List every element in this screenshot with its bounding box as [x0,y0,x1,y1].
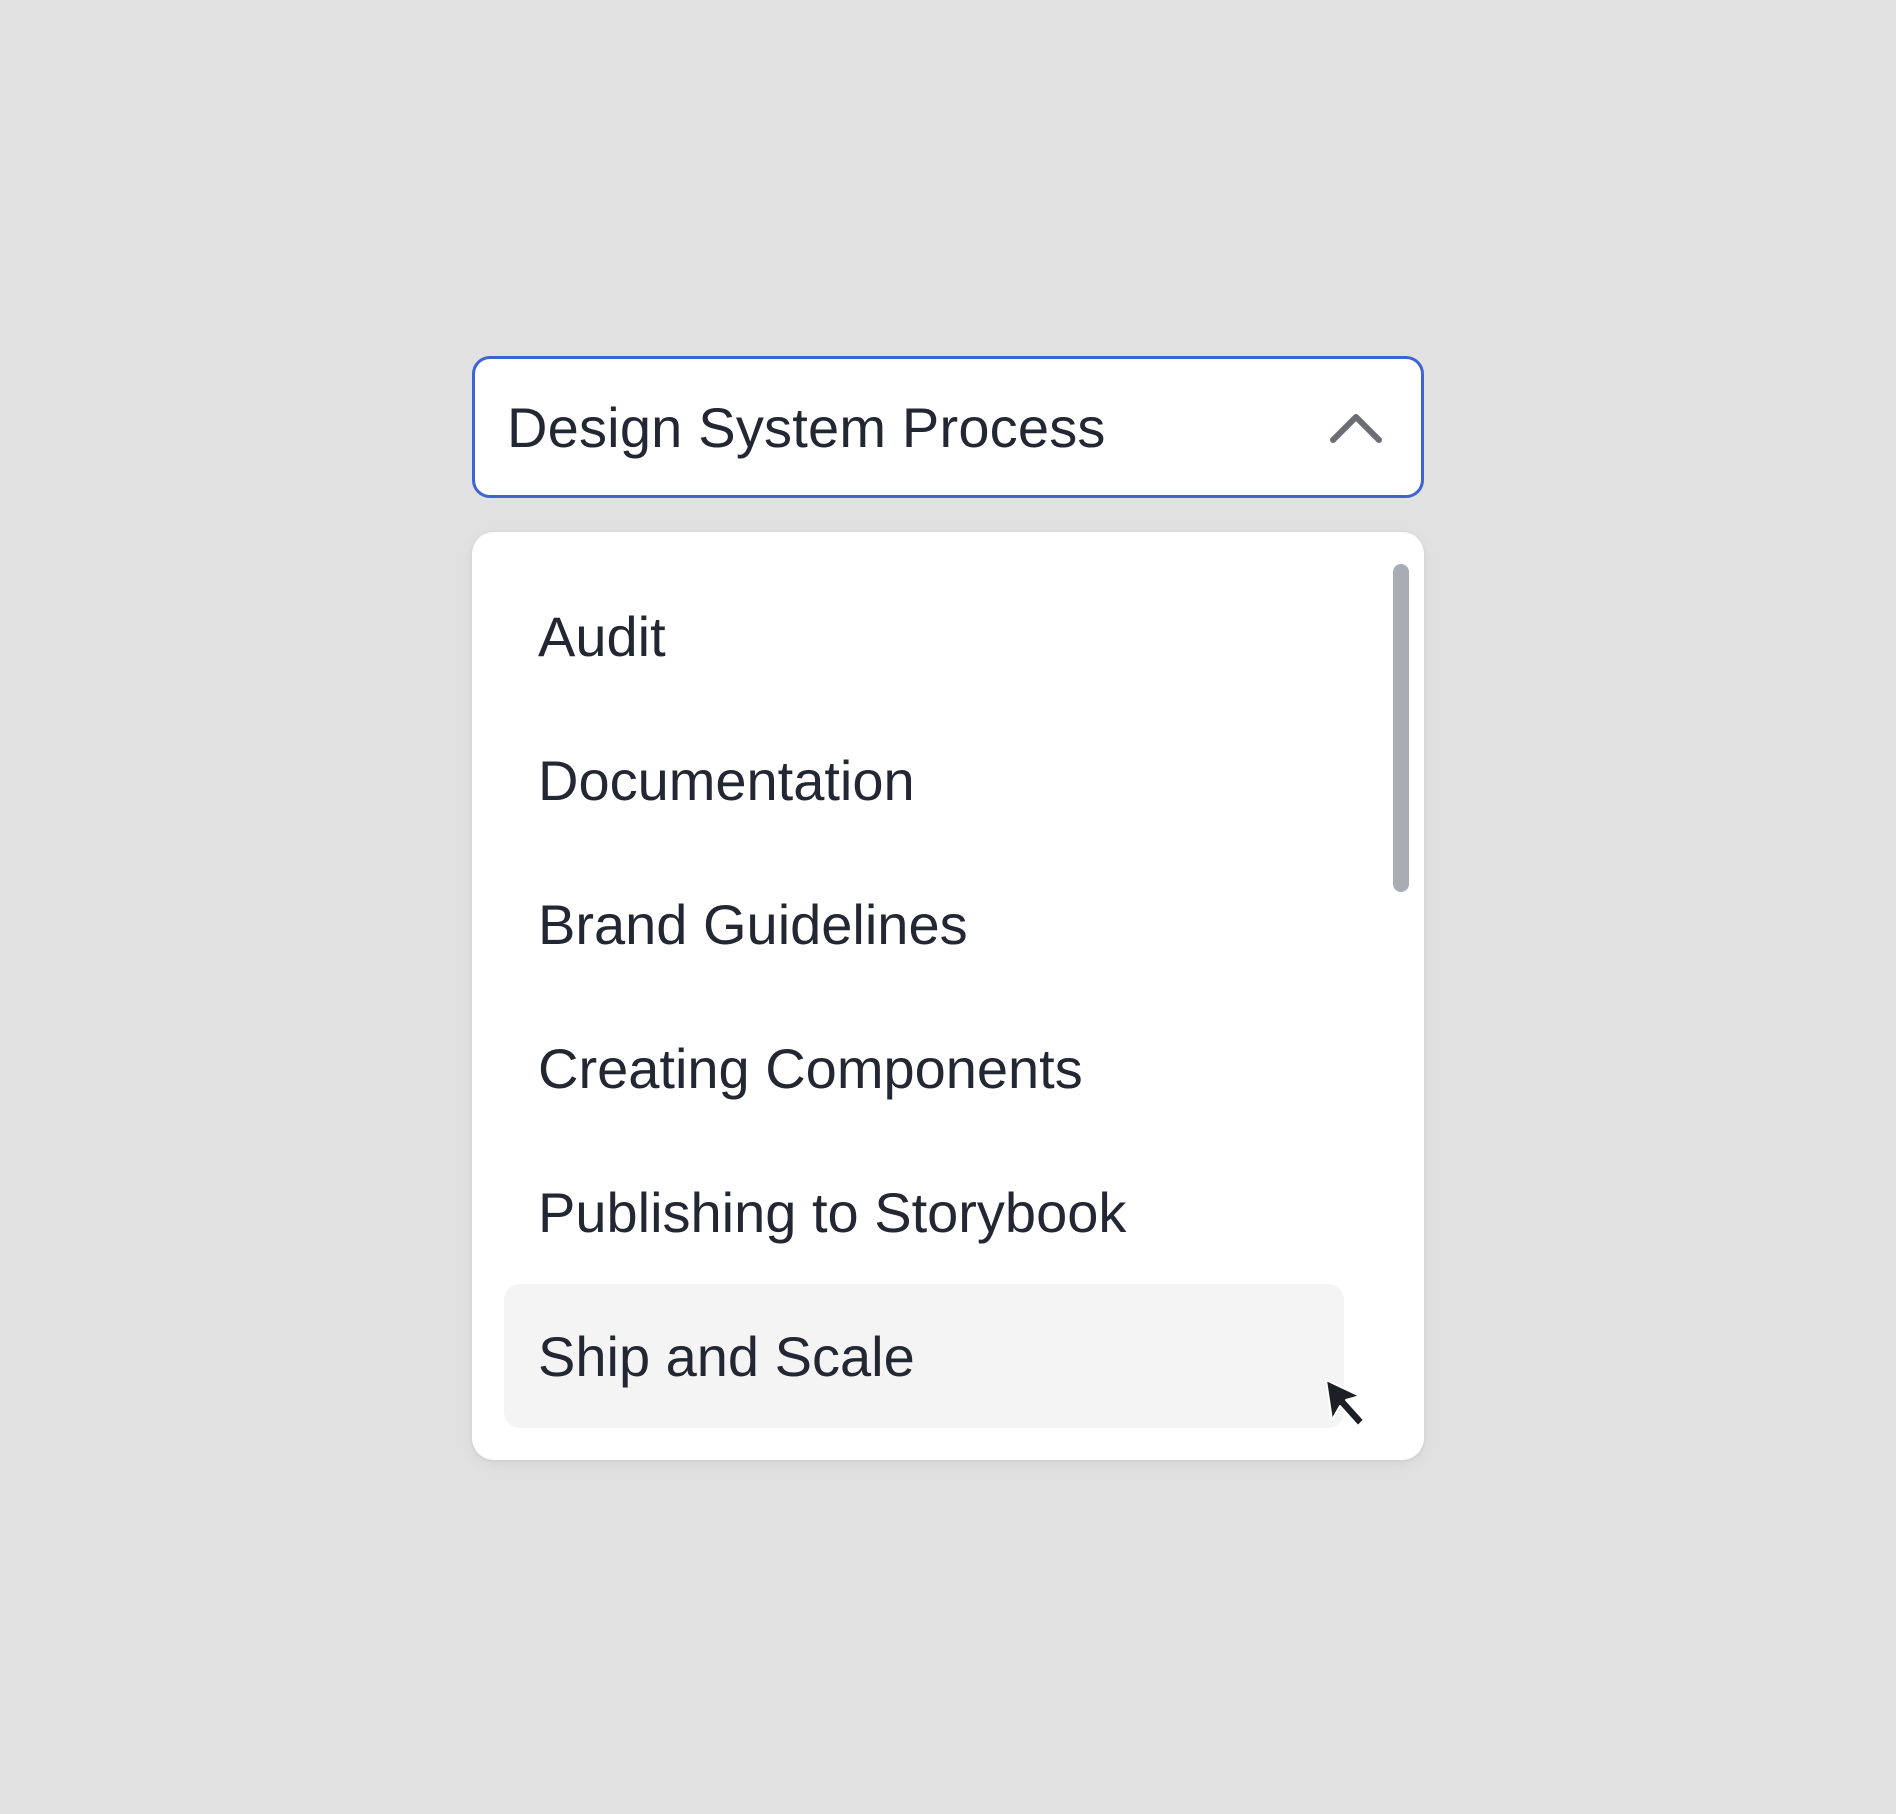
option-label: Creating Components [538,1036,1083,1100]
select-value: Design System Process [507,395,1106,459]
scrollbar-thumb[interactable] [1393,564,1409,892]
option-label: Audit [538,604,666,668]
option-creating-components[interactable]: Creating Components [504,996,1344,1140]
option-label: Publishing to Storybook [538,1180,1127,1244]
option-label: Documentation [538,748,915,812]
option-brand-guidelines[interactable]: Brand Guidelines [504,852,1344,996]
scrollbar[interactable] [1392,532,1410,1460]
option-label: Ship and Scale [538,1324,915,1388]
select-dropdown[interactable]: Design System Process [472,356,1424,498]
option-list: Audit Documentation Brand Guidelines Cre… [504,564,1344,1428]
option-documentation[interactable]: Documentation [504,708,1344,852]
option-ship-and-scale[interactable]: Ship and Scale [504,1284,1344,1428]
option-audit[interactable]: Audit [504,564,1344,708]
dropdown-menu: Audit Documentation Brand Guidelines Cre… [472,532,1424,1460]
option-label: Brand Guidelines [538,892,968,956]
chevron-up-icon[interactable] [1329,410,1383,444]
option-publishing-to-storybook[interactable]: Publishing to Storybook [504,1140,1344,1284]
